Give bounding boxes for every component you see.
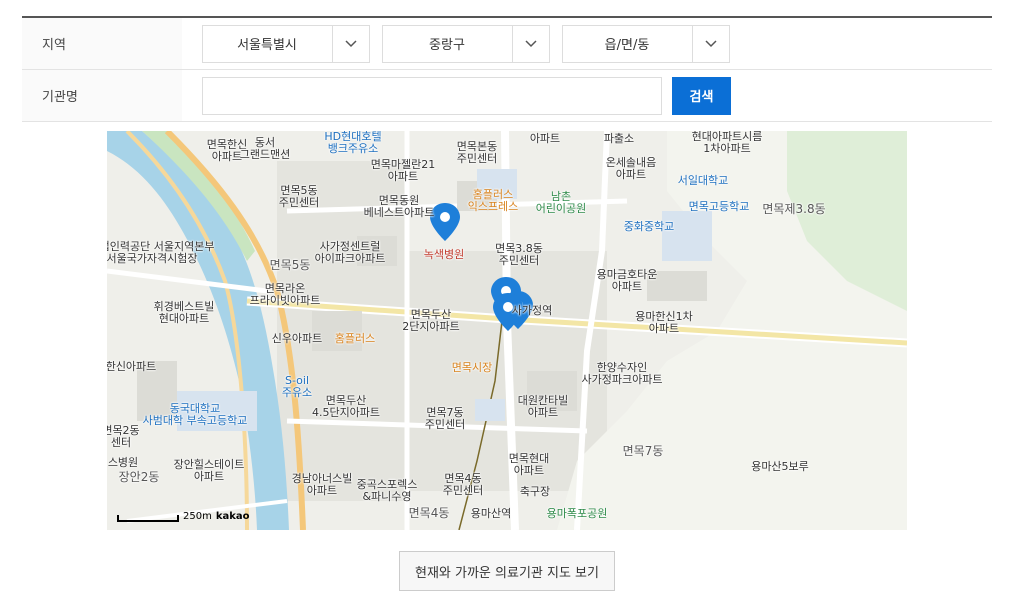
map-place-label[interactable]: 면목7동 주민센터: [425, 407, 465, 431]
map-place-label[interactable]: 면목라온 프라이빗아파트: [250, 283, 321, 307]
chevron-down-icon: [332, 25, 369, 62]
institution-label: 기관명: [22, 70, 182, 121]
map-place-label[interactable]: 사가정센트럴 아이파크아파트: [315, 241, 386, 265]
map-place-label[interactable]: 산업인력공단 서울지역본부서울국가자격시험장: [107, 241, 214, 265]
nearby-hospitals-map-button[interactable]: 현재와 가까운 의료기관 지도 보기: [399, 551, 615, 591]
map-place-label[interactable]: 중곡스포렉스 &파니수영: [357, 479, 418, 503]
kakao-logo: kakao: [215, 511, 250, 522]
map-place-label[interactable]: 녹색병원: [424, 249, 464, 261]
map-place-label[interactable]: 한양수자인 사가정파크아파트: [582, 362, 663, 386]
map-place-label[interactable]: 휘경베스트빌 현대아파트: [154, 301, 215, 325]
region-row: 지역 서울특별시 중랑구 읍/면/동: [22, 18, 992, 70]
map-place-label[interactable]: 아파트: [530, 133, 560, 145]
map-place-label[interactable]: 면목두산 2단지아파트: [402, 309, 460, 333]
map-place-label[interactable]: 홈플러스: [335, 333, 375, 345]
map-place-label[interactable]: 경남아너스빌 아파트: [292, 473, 353, 497]
chevron-down-icon: [512, 25, 549, 62]
map-place-label[interactable]: 면목제3.8동: [762, 203, 825, 215]
district-select[interactable]: 중랑구: [382, 24, 550, 63]
map-place-label[interactable]: 축구장: [520, 486, 550, 498]
map-place-label[interactable]: 면목7동: [623, 445, 664, 457]
dong-select[interactable]: 읍/면/동: [562, 24, 730, 63]
map-place-label[interactable]: 용마산역: [471, 508, 511, 520]
map-place-label[interactable]: 면목현대 아파트: [509, 453, 549, 477]
map-place-label[interactable]: 용마산5보루: [751, 461, 809, 473]
map-place-label[interactable]: HD현대호텔 뱅크주유소: [324, 131, 381, 155]
map-place-label[interactable]: 면목두산 4.5단지아파트: [312, 395, 380, 419]
map-place-label[interactable]: 장안2동: [119, 471, 160, 483]
hospital-map[interactable]: 면목한신 아파트 동서 그랜드맨션 HD현대호텔 뱅크주유소 면목본동 주민센터 아파트 파출소 현…: [107, 131, 907, 530]
map-place-label[interactable]: 면목시장: [452, 362, 492, 374]
map-scale: 250m kakao: [117, 511, 250, 522]
map-place-label[interactable]: 용마금호타운 아파트: [597, 269, 658, 293]
map-place-label[interactable]: 장안힐스테이트 아파트: [174, 459, 245, 483]
map-place-label[interactable]: 면목3.8동 주민센터: [495, 243, 543, 267]
map-place-label[interactable]: 면목동원 베네스트아파트: [364, 195, 435, 219]
map-place-label[interactable]: 대원칸타빌 아파트: [518, 395, 569, 419]
city-select[interactable]: 서울특별시: [202, 24, 370, 63]
map-place-label[interactable]: 면목5동 주민센터: [279, 185, 319, 209]
search-button[interactable]: 검색: [672, 76, 731, 115]
map-place-label[interactable]: 파출소: [604, 133, 634, 145]
map-place-label[interactable]: 신우아파트: [272, 333, 323, 345]
search-form: 지역 서울특별시 중랑구 읍/면/동 기관명 검색: [22, 16, 992, 122]
map-place-label[interactable]: 서일대학교: [678, 175, 729, 187]
map-place-label[interactable]: 남촌 어린이공원: [536, 191, 587, 215]
map-place-label[interactable]: 온세솔내음 아파트: [606, 157, 657, 181]
map-place-label[interactable]: 사가정역: [512, 305, 552, 317]
map-place-label[interactable]: 홈플러스 익스프레스: [468, 189, 519, 213]
institution-name-input[interactable]: [202, 76, 662, 115]
chevron-down-icon: [692, 25, 729, 62]
map-place-label[interactable]: 동서 그랜드맨션: [240, 137, 291, 161]
map-place-label[interactable]: 용마폭포공원: [547, 508, 608, 520]
institution-row: 기관명 검색: [22, 70, 992, 122]
map-place-label[interactable]: 한신아파트: [107, 361, 156, 373]
map-place-label[interactable]: 면목4동: [409, 507, 450, 519]
map-place-label[interactable]: 현대아파트시름 1차아파트: [692, 131, 763, 155]
scale-label: 250m: [183, 511, 212, 522]
map-place-label[interactable]: 중화중학교: [624, 221, 675, 233]
map-place-label[interactable]: 면목5동: [270, 259, 311, 271]
map-place-label[interactable]: 스병원: [108, 457, 138, 469]
map-place-label[interactable]: 면목2동 센터: [107, 425, 140, 449]
map-place-label[interactable]: 면목고등학교: [689, 201, 750, 213]
map-place-label[interactable]: 용마한신1차 아파트: [635, 311, 693, 335]
map-place-label[interactable]: S-oil 주유소: [282, 375, 312, 399]
scale-bar: [117, 515, 179, 522]
map-place-label[interactable]: 면목4동 주민센터: [443, 473, 483, 497]
region-label: 지역: [22, 18, 182, 69]
map-place-label[interactable]: 면목마젤란21 아파트: [371, 159, 436, 183]
map-place-label[interactable]: 면목본동 주민센터: [457, 141, 497, 165]
map-place-label[interactable]: 동국대학교 사범대학 부속고등학교: [143, 403, 248, 427]
